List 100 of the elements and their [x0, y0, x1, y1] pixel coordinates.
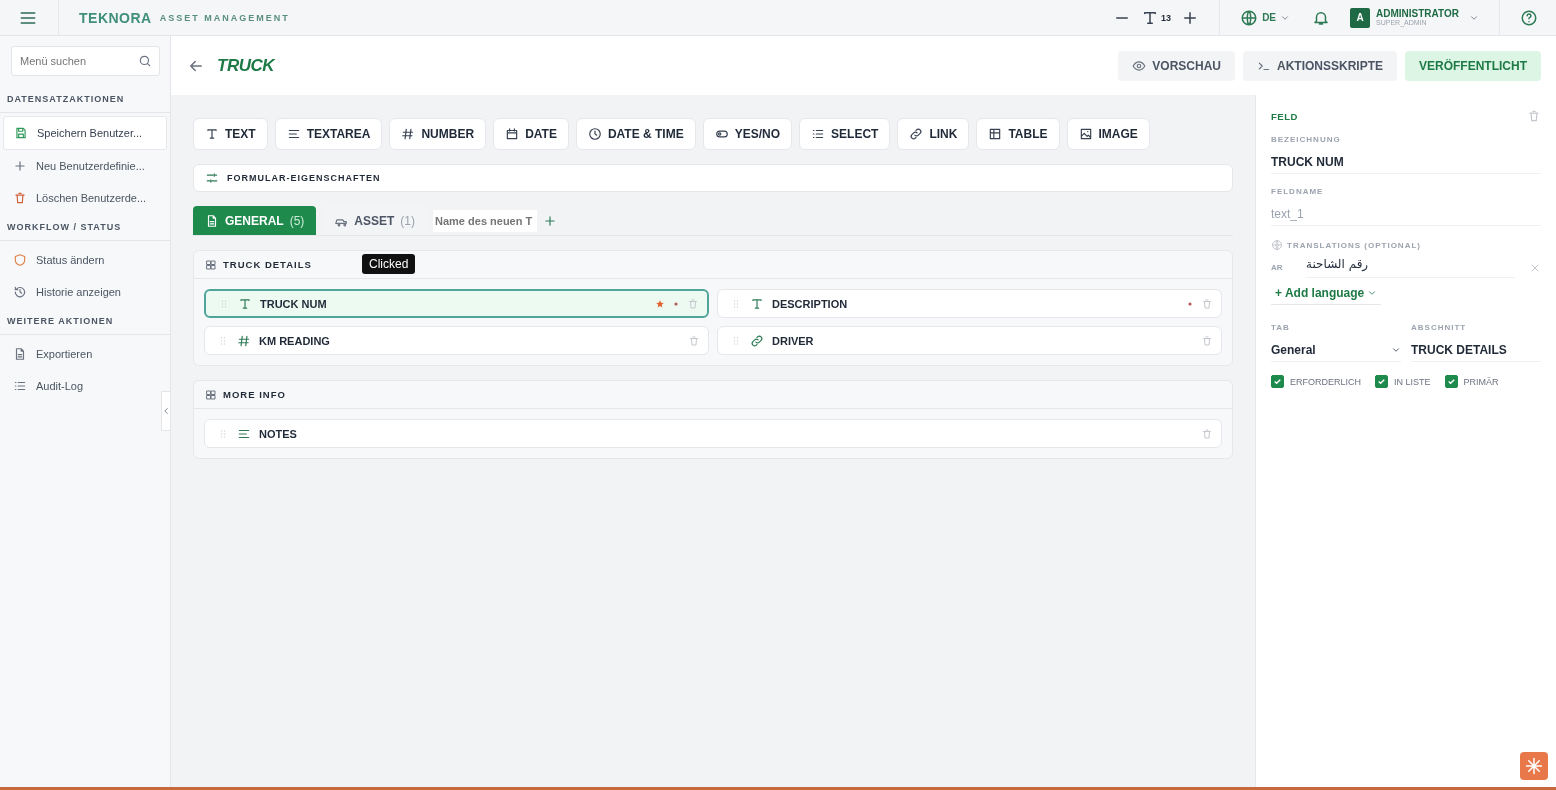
shield-icon [13, 253, 27, 267]
user-avatar[interactable]: A [1350, 7, 1371, 28]
text-type-icon [205, 127, 219, 141]
form-properties-bar[interactable]: FORMULAR-EIGENSCHAFTEN [193, 164, 1233, 192]
field-type-button[interactable]: LINK [897, 118, 970, 150]
font-size-value: 13 [1161, 12, 1172, 23]
translation-input[interactable]: رقم الشاحنة [1306, 257, 1515, 278]
field-type-button[interactable]: TEXT [193, 118, 268, 150]
chevron-down-icon [1391, 345, 1401, 355]
link-icon [750, 333, 764, 348]
form-field[interactable]: NOTES [204, 419, 1222, 448]
trash-icon[interactable] [1201, 427, 1213, 440]
trash-icon[interactable] [1201, 334, 1213, 347]
chevron-down-icon [1367, 288, 1378, 298]
sparkle-icon [1525, 757, 1543, 775]
form-field[interactable]: TRUCK NUM [204, 289, 709, 318]
list-icon [811, 127, 826, 141]
field-caption: TAB [1271, 323, 1291, 332]
hash-icon [401, 127, 416, 141]
sidebar-item[interactable]: Neu Benutzerdefinie... [3, 150, 167, 182]
field-type-button[interactable]: DATE [493, 118, 569, 150]
language-selector[interactable]: DE [1240, 8, 1291, 27]
checkbox-label: ERFORDERLICH [1290, 376, 1361, 387]
published-button[interactable]: VERÖFFENTLICHT [1405, 50, 1541, 81]
checkmark-icon [1376, 376, 1387, 387]
trash-icon[interactable] [1201, 297, 1213, 310]
checkbox[interactable] [1271, 375, 1284, 388]
field-type-button[interactable]: NUMBER [389, 118, 487, 150]
assistant-button[interactable] [1520, 752, 1548, 780]
panel-title: FELD [1271, 110, 1298, 122]
add-tab-icon[interactable] [543, 213, 558, 228]
field-type-button[interactable]: TEXTAREA [274, 118, 383, 150]
trash-icon[interactable] [1527, 109, 1541, 123]
link-icon [909, 127, 924, 141]
translations-caption: TRANSLATIONS (OPTIONAL) [1287, 240, 1421, 250]
menu-search-field[interactable]: Menü suchen [11, 46, 160, 76]
trash-icon[interactable] [687, 297, 699, 310]
clicked-tooltip: Clicked [362, 254, 416, 274]
label-input[interactable]: TRUCK NUM [1271, 151, 1541, 174]
lines-icon [286, 127, 301, 141]
hash-icon [237, 333, 251, 348]
sidebar-item[interactable]: Exportieren [3, 338, 167, 370]
sidebar-item[interactable]: Löschen Benutzerde... [3, 182, 167, 214]
product-name: ASSET MANAGEMENT [159, 12, 290, 23]
sidebar-group-title: WORKFLOW / STATUS [0, 214, 170, 241]
clock-icon [587, 127, 602, 141]
globe-icon [1240, 8, 1259, 27]
document-icon [205, 213, 219, 228]
field-label: KM READING [259, 334, 330, 347]
globe-icon [1271, 239, 1283, 251]
field-type-button[interactable]: IMAGE [1066, 118, 1150, 150]
section-input[interactable]: TRUCK DETAILS [1411, 339, 1541, 362]
help-icon[interactable] [1520, 8, 1538, 27]
section-grid-icon[interactable] [205, 388, 217, 401]
history-icon [13, 285, 27, 299]
sidebar-item[interactable]: Historie anzeigen [3, 276, 167, 308]
eye-icon [1132, 58, 1147, 73]
sidebar-item[interactable]: Speichern Benutzer... [3, 116, 167, 150]
page-title: TRUCK [217, 55, 274, 76]
list-icon [13, 379, 27, 393]
collapse-sidebar-button[interactable] [161, 391, 171, 431]
section-title: TRUCK DETAILS [223, 259, 312, 270]
field-caption: BEZEICHNUNG [1271, 135, 1342, 144]
field-type-button[interactable]: YES/NO [702, 118, 793, 150]
form-tab[interactable]: GENERAL (5) [193, 206, 317, 235]
language-code: AR [1271, 263, 1284, 272]
text-type-icon [238, 296, 252, 311]
add-language-button[interactable]: + Add language [1271, 284, 1382, 305]
sidebar-group-title: DATENSATZAKTIONEN [0, 86, 170, 113]
form-field[interactable]: DESCRIPTION [717, 289, 1222, 318]
sidebar-item[interactable]: Status ändern [3, 244, 167, 276]
field-type-button[interactable]: TABLE [976, 118, 1060, 150]
preview-button[interactable]: VORSCHAU [1118, 50, 1235, 81]
brand-logo: TEKNORA [79, 9, 152, 26]
checkbox[interactable] [1444, 375, 1458, 388]
toggle-icon [714, 127, 729, 141]
section-grid-icon[interactable] [205, 258, 217, 271]
trash-icon[interactable] [688, 334, 700, 347]
field-label: TRUCK NUM [260, 297, 327, 310]
checkbox-label: PRIMÄR [1463, 376, 1499, 387]
sliders-icon [205, 171, 219, 185]
checkmark-icon [1272, 376, 1283, 387]
table-icon [988, 127, 1003, 141]
plus-icon [13, 159, 27, 173]
checkbox-label: IN LISTE [1394, 376, 1431, 387]
action-scripts-button[interactable]: AKTIONSSKRIPTE [1243, 50, 1397, 81]
new-tab-name-field[interactable]: Name des neuen T [433, 209, 538, 232]
field-type-button[interactable]: DATE & TIME [575, 118, 696, 150]
field-type-button[interactable]: SELECT [799, 118, 891, 150]
sidebar-item[interactable]: Audit-Log [3, 370, 167, 402]
checkbox[interactable] [1375, 375, 1388, 388]
chevron-left-icon [161, 406, 171, 416]
form-field[interactable]: DRIVER [717, 326, 1222, 355]
field-label: DRIVER [772, 334, 814, 347]
form-field[interactable]: KM READING [204, 326, 709, 355]
field-caption: ABSCHNITT [1411, 323, 1468, 332]
document-icon [13, 347, 27, 361]
search-icon [138, 54, 152, 68]
tab-select[interactable]: General [1271, 339, 1401, 362]
field-caption: FELDNAME [1271, 187, 1325, 196]
